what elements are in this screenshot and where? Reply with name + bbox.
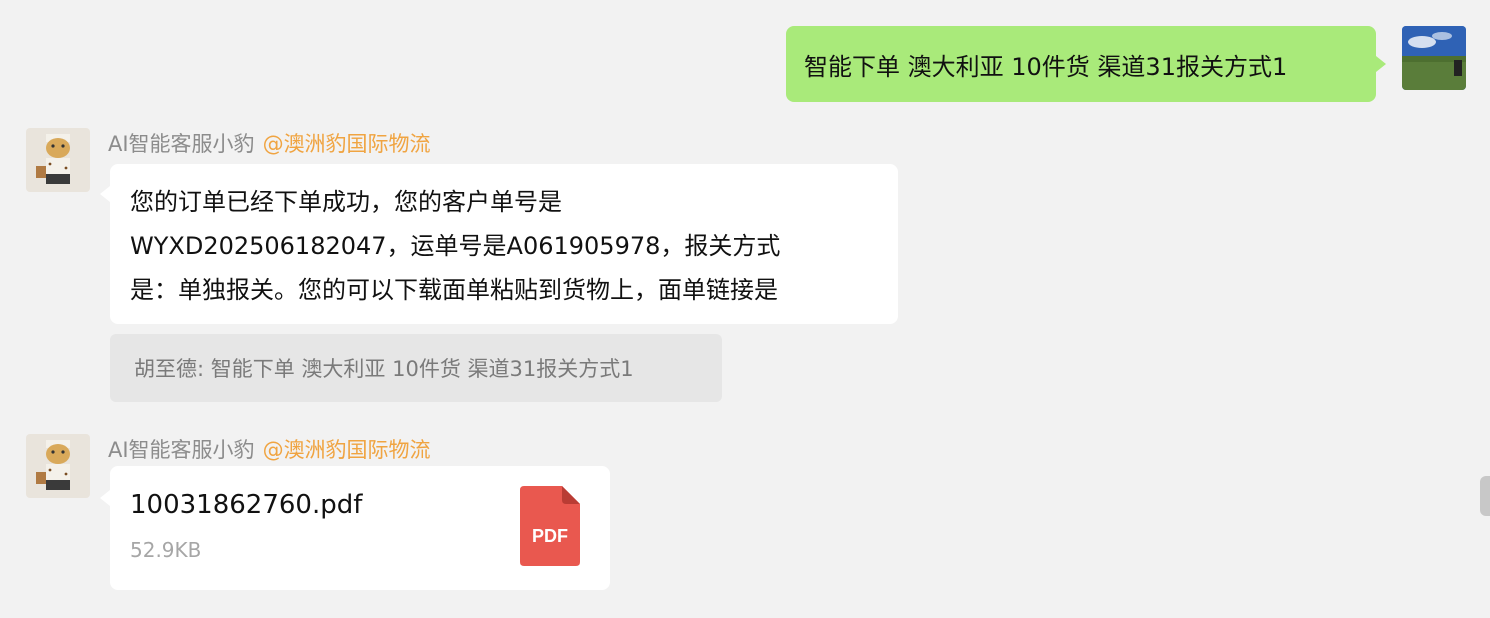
file-name: 10031862760.pdf: [130, 490, 363, 520]
scrollbar-handle[interactable]: [1480, 476, 1490, 516]
sender-line: AI智能客服小豹 @澳洲豹国际物流: [108, 434, 431, 464]
message-line: WYXD202506182047，运单号是A061905978，报关方式: [130, 232, 781, 260]
quoted-message[interactable]: 胡至德: 智能下单 澳大利亚 10件货 渠道31报关方式1: [110, 334, 722, 402]
pdf-icon-label: PDF: [532, 526, 568, 546]
file-attachment-card[interactable]: 10031862760.pdf 52.9KB PDF: [100, 466, 610, 590]
outgoing-message-text: 智能下单 澳大利亚 10件货 渠道31报关方式1: [804, 52, 1288, 81]
message-line: 是：单独报关。您的可以下载面单粘贴到货物上，面单链接是: [130, 276, 778, 304]
incoming-message-bubble[interactable]: 您的订单已经下单成功，您的客户单号是 WYXD202506182047，运单号是…: [100, 164, 898, 324]
chat-window: 智能下单 澳大利亚 10件货 渠道31报关方式1 AI智能客服小豹 @澳洲豹国际…: [0, 0, 1490, 618]
sender-name: AI智能客服小豹: [108, 132, 255, 156]
outgoing-message-bubble[interactable]: 智能下单 澳大利亚 10件货 渠道31报关方式1: [786, 26, 1386, 102]
user-avatar[interactable]: [1402, 26, 1466, 90]
sender-line: AI智能客服小豹 @澳洲豹国际物流: [108, 128, 431, 158]
sender-mention[interactable]: @澳洲豹国际物流: [263, 438, 431, 462]
pdf-file-icon: PDF: [520, 486, 580, 566]
sender-mention[interactable]: @澳洲豹国际物流: [263, 132, 431, 156]
sender-name: AI智能客服小豹: [108, 438, 255, 462]
message-line: 您的订单已经下单成功，您的客户单号是: [130, 188, 562, 216]
bot-avatar[interactable]: [26, 128, 90, 192]
quoted-message-text: 胡至德: 智能下单 澳大利亚 10件货 渠道31报关方式1: [134, 357, 634, 381]
file-size: 52.9KB: [130, 538, 202, 562]
bot-avatar[interactable]: [26, 434, 90, 498]
